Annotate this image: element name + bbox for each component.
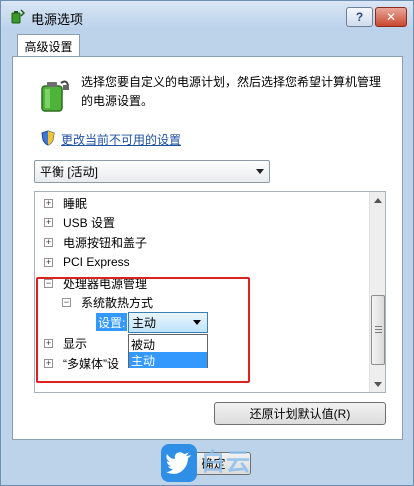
close-icon: ✕ [385,10,397,24]
tree-item-label: USB 设置 [63,215,116,230]
chevron-down-icon [256,169,264,174]
expand-icon[interactable]: + [44,257,53,267]
change-unavailable-settings-link[interactable]: 更改当前不可用的设置 [61,131,181,148]
title-bar[interactable]: 电源选项 ? ✕ [1,1,413,31]
shield-icon [41,130,55,146]
grip-line [375,329,382,330]
annotation-highlight-box [36,277,250,383]
power-plan-value: 平衡 [活动] [40,165,99,179]
watermark: 白云 [161,442,256,484]
grip-line [375,326,382,327]
scroll-up-icon [374,197,382,203]
help-button[interactable]: ? [346,7,373,27]
tree-item-pci-express[interactable]: + PCI Express [44,253,130,271]
tab-label: 高级设置 [24,39,73,54]
window-title: 电源选项 [31,12,84,27]
close-button[interactable]: ✕ [375,7,407,27]
restore-defaults-label: 还原计划默认值(R) [249,407,351,421]
tab-advanced-settings[interactable]: 高级设置 [17,34,80,57]
scroll-up-button[interactable] [370,192,386,208]
help-icon: ? [355,10,364,24]
expand-icon[interactable]: + [44,217,53,227]
grip-line [375,332,382,333]
tree-item-usb[interactable]: + USB 设置 [44,213,115,231]
power-plan-select[interactable]: 平衡 [活动] [34,160,270,183]
vertical-scrollbar[interactable] [369,192,385,392]
tree-item-label: 电源按钮和盖子 [63,235,148,250]
power-options-window: 电源选项 ? ✕ 高级设置 选择您要自定义的电源计划，然后选择您希望计算机管理的… [0,0,414,486]
description-text: 选择您要自定义的电源计划，然后选择您希望计算机管理的电源设置。 [81,75,382,108]
battery-icon [41,80,69,112]
watermark-text: 白云 [201,449,251,476]
restore-defaults-button[interactable]: 还原计划默认值(R) [214,402,386,425]
tree-item-label: 睡眠 [63,196,88,211]
bird-logo-icon [161,444,197,482]
power-options-icon [11,9,25,24]
expand-icon[interactable]: + [44,237,53,247]
tree-item-power-buttons[interactable]: + 电源按钮和盖子 [44,233,147,251]
expand-icon[interactable]: + [44,198,53,208]
scroll-down-button[interactable] [370,376,386,392]
tree-item-label: PCI Express [63,255,130,269]
tree-item-sleep[interactable]: + 睡眠 [44,194,87,212]
scroll-down-icon [374,381,382,387]
scroll-thumb[interactable] [371,295,385,365]
